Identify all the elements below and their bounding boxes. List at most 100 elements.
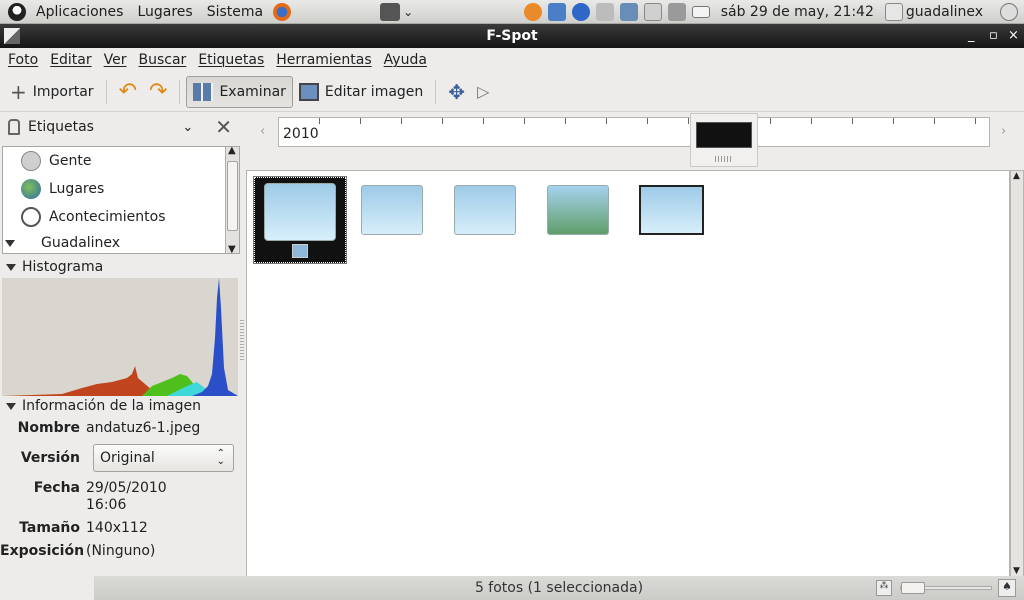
info-row-name: Nombre andatuz6-1.jpeg (0, 420, 201, 436)
photo-thumbnail[interactable] (361, 185, 423, 235)
scroll-down-icon[interactable]: ▼ (228, 244, 236, 255)
menu-editar[interactable]: Editar (44, 52, 97, 68)
photo-thumbnail[interactable] (454, 185, 516, 235)
timeline-right-icon[interactable]: › (1001, 124, 1006, 139)
distro-logo-icon[interactable] (8, 2, 26, 21)
zoom-slider[interactable] (900, 582, 992, 594)
timeline-grip[interactable] (715, 156, 733, 162)
app-icon[interactable] (4, 28, 20, 44)
scrollbar-thumb[interactable] (227, 161, 238, 231)
rotate-left-button[interactable]: ↶ (113, 76, 143, 108)
clipboard-icon[interactable] (643, 2, 662, 21)
photo-grid[interactable] (246, 170, 1010, 577)
usb-icon[interactable] (547, 2, 566, 21)
bluetooth-icon[interactable] (571, 2, 590, 21)
timeline-selector[interactable] (690, 113, 758, 167)
zoom-out-icon[interactable]: ⁂ (876, 580, 892, 596)
chevron-down-icon[interactable]: ⌄ (182, 120, 193, 135)
network-icon[interactable] (619, 2, 638, 21)
fullscreen-icon: ✥ (448, 79, 466, 104)
info-value: andatuz6-1.jpeg (86, 420, 201, 436)
tags-header[interactable]: Etiquetas ⌄ ✕ (4, 115, 240, 139)
histogram-header-label: Histograma (22, 259, 104, 275)
window-titlebar[interactable]: F-Spot _ ▫ × (0, 24, 1024, 48)
tag-item-guadalinex[interactable]: Guadalinex (3, 229, 120, 257)
timeline-left-icon[interactable]: ‹ (260, 124, 265, 139)
photo-thumbnail[interactable] (547, 185, 609, 235)
menu-herramientas[interactable]: Herramientas (270, 52, 377, 68)
tag-label: Guadalinex (41, 235, 121, 251)
histogram-blue (192, 278, 238, 396)
zoom-in-icon[interactable]: ♠ (998, 579, 1016, 597)
photo-grid-scrollbar[interactable]: ▲ ▼ (1010, 170, 1024, 577)
menu-foto[interactable]: Foto (2, 52, 44, 68)
people-icon (21, 151, 41, 171)
user-name[interactable]: guadalinex (906, 4, 997, 20)
menu-ver[interactable]: Ver (98, 52, 133, 68)
timeline[interactable]: 2010 (278, 117, 991, 147)
info-row-exposure: Exposición (Ninguno) (0, 543, 155, 559)
maximize-icon[interactable]: ▫ (989, 28, 998, 43)
panel-menu-aplicaciones[interactable]: Aplicaciones (29, 4, 130, 20)
version-select[interactable]: Original ⌃ ⌄ (93, 444, 234, 472)
power-icon[interactable] (1000, 2, 1018, 21)
scroll-up-icon[interactable]: ▲ (228, 145, 236, 156)
browse-grid-icon (193, 82, 214, 101)
minimize-icon[interactable]: _ (968, 28, 975, 43)
photo-thumbnail (264, 183, 336, 241)
toolbar-separator (435, 79, 437, 104)
edit-image-icon (298, 82, 319, 101)
slideshow-button[interactable]: ▷ (471, 76, 495, 108)
window-list-icon[interactable] (380, 2, 401, 21)
panel-menu-sistema[interactable]: Sistema (200, 4, 270, 20)
version-select-value: Original (100, 450, 155, 466)
clock[interactable]: sáb 29 de may, 21:42 (713, 4, 882, 20)
mail-icon[interactable] (691, 5, 710, 18)
pane-splitter[interactable] (240, 320, 244, 360)
tag-item-acontecimientos[interactable]: Acontecimientos (21, 203, 166, 231)
scroll-up-icon[interactable]: ▲ (1013, 171, 1020, 181)
edit-image-button[interactable]: Editar imagen (293, 76, 429, 108)
user-icon (884, 2, 903, 21)
tag-item-lugares[interactable]: Lugares (21, 175, 104, 203)
rotate-right-button[interactable]: ↷ (143, 76, 173, 108)
image-info-header[interactable]: Información de la imagen (0, 395, 240, 417)
window-title: F-Spot (486, 28, 538, 44)
zoom-slider-handle[interactable] (901, 582, 925, 594)
volume-icon[interactable] (667, 2, 686, 21)
scroll-down-icon[interactable]: ▼ (1013, 566, 1020, 576)
updates-icon[interactable] (523, 2, 542, 21)
drive-icon[interactable] (595, 2, 614, 21)
close-icon[interactable]: ✕ (215, 115, 232, 139)
firefox-icon[interactable] (273, 2, 292, 21)
rotate-right-icon: ↷ (149, 79, 168, 104)
panel-menu-lugares[interactable]: Lugares (130, 4, 199, 20)
histogram (2, 278, 238, 396)
photo-thumbnail[interactable] (639, 185, 704, 235)
fullscreen-button[interactable]: ✥ (442, 76, 471, 108)
info-label: Exposición (0, 543, 85, 559)
close-icon[interactable]: × (1008, 28, 1019, 43)
menu-buscar[interactable]: Buscar (133, 52, 193, 68)
histogram-header[interactable]: Histograma (0, 256, 240, 278)
info-row-version: Versión (0, 450, 86, 466)
menu-etiquetas[interactable]: Etiquetas (192, 52, 270, 68)
toolbar-separator (179, 79, 181, 104)
expander-icon[interactable] (6, 263, 16, 271)
import-button[interactable]: + Importar (4, 76, 100, 108)
tag-tree-scrollbar[interactable]: ▲ ▼ (225, 145, 239, 255)
tag-label: Acontecimientos (49, 209, 166, 225)
tag-label: Lugares (49, 181, 105, 197)
browse-button[interactable]: Examinar (186, 75, 293, 108)
histogram-red (2, 366, 162, 396)
info-label: Versión (20, 450, 80, 466)
menu-ayuda[interactable]: Ayuda (378, 52, 433, 68)
chevron-down-icon[interactable]: ⌄ (403, 5, 413, 19)
photo-thumb-selected[interactable] (253, 176, 347, 264)
expander-icon[interactable] (6, 402, 16, 410)
status-text: 5 fotos (1 seleccionada) (474, 580, 644, 596)
menubar: Foto Editar Ver Buscar Etiquetas Herrami… (0, 48, 1024, 72)
tag-item-gente[interactable]: Gente (21, 147, 91, 175)
expander-icon[interactable] (5, 239, 15, 247)
timeline-year: 2010 (283, 126, 319, 142)
